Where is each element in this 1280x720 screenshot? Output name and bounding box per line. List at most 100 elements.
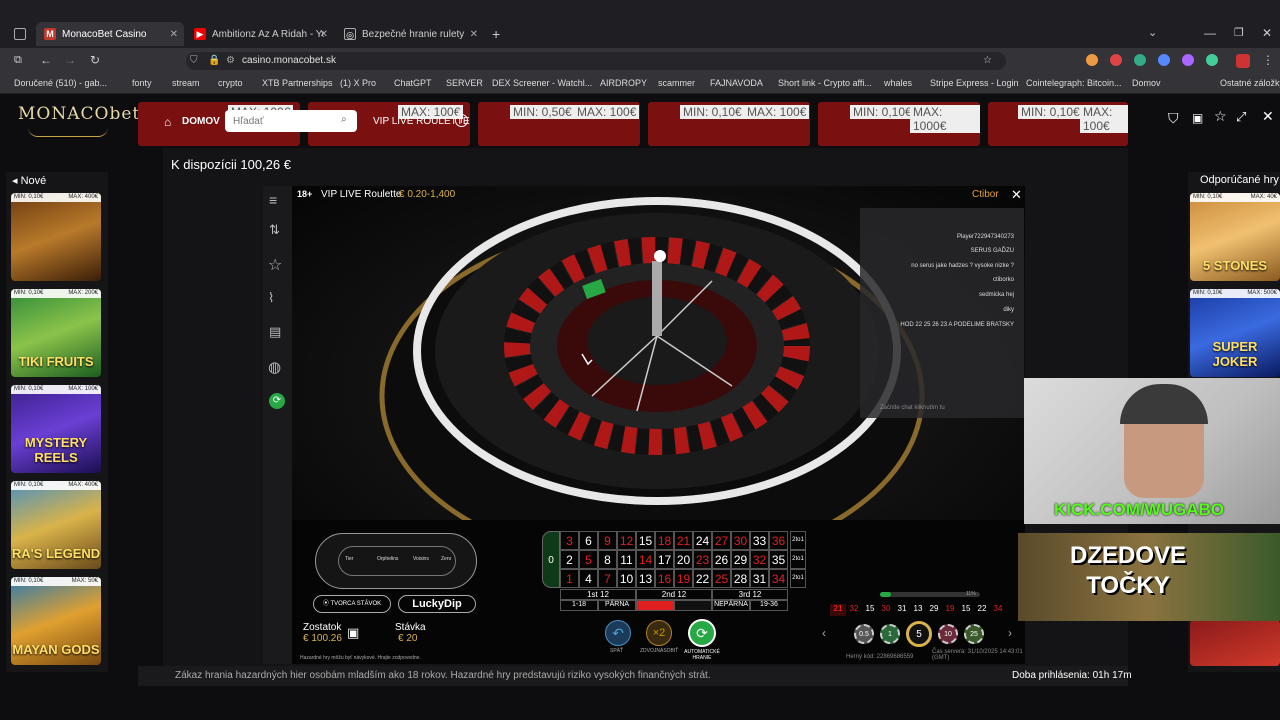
profile-icon[interactable] bbox=[1236, 54, 1250, 68]
low-bet[interactable]: 1-18 bbox=[560, 600, 598, 611]
chip[interactable]: 1 bbox=[880, 624, 900, 644]
close-icon[interactable]: ✕ bbox=[470, 29, 478, 40]
top-game-thumb[interactable]: MIN: 0,10€ MAX: 100€ bbox=[988, 102, 1128, 146]
favorite-bets-icon[interactable]: ☆ bbox=[268, 255, 282, 275]
left-section-title[interactable]: ◂ Nové bbox=[12, 174, 46, 187]
number-cell[interactable]: 25 bbox=[712, 569, 731, 588]
zero-cell[interactable]: 0 bbox=[542, 531, 560, 588]
number-cell[interactable]: 21 bbox=[674, 531, 693, 550]
number-cell[interactable]: 34 bbox=[769, 569, 788, 588]
even-bet[interactable]: PÁRNA bbox=[598, 600, 636, 611]
game-thumb[interactable]: MIN: 0,10€ MAX: 500€ SUPER JOKER bbox=[1190, 289, 1280, 377]
number-cell[interactable]: 31 bbox=[750, 569, 769, 588]
number-cell[interactable]: 36 bbox=[769, 531, 788, 550]
top-game-thumb[interactable]: MIN: 0,10€ MAX: 1000€ bbox=[818, 102, 980, 146]
red-bet[interactable] bbox=[636, 600, 674, 611]
column-bet[interactable]: 2to1 bbox=[790, 550, 806, 569]
chevron-down-icon[interactable]: ⌄ bbox=[1148, 26, 1157, 39]
window-close-icon[interactable]: ✕ bbox=[1262, 26, 1272, 40]
number-cell[interactable]: 32 bbox=[750, 550, 769, 569]
race-orphelins[interactable]: Orphelins bbox=[377, 556, 398, 562]
top-game-thumb[interactable]: MIN: 0,10€ MAX: 100€ bbox=[648, 102, 810, 146]
search-input[interactable] bbox=[225, 110, 357, 132]
race-voisins[interactable]: Voisins bbox=[413, 556, 429, 562]
autoplay-icon[interactable]: ⟳ bbox=[269, 393, 285, 409]
tab-actions-icon[interactable] bbox=[14, 28, 26, 40]
game-thumb[interactable]: MIN: 0,10€ MAX: 200€ TIKI FRUITS bbox=[11, 289, 101, 377]
tab-ruleta[interactable]: ◎ Bezpečné hranie rulety ✕ bbox=[336, 22, 484, 46]
racetrack-icon[interactable]: ◍ bbox=[268, 358, 281, 376]
chip-selected[interactable]: 5 bbox=[906, 621, 932, 647]
star-icon[interactable]: ☆ bbox=[983, 52, 992, 70]
wallet-icon[interactable]: ▣ bbox=[1192, 111, 1203, 125]
tab-youtube[interactable]: ▶ Ambitionz Az A Ridah - YouTube ✕ bbox=[186, 22, 334, 46]
dozen-bet[interactable]: 3rd 12 bbox=[712, 589, 788, 600]
number-cell[interactable]: 22 bbox=[693, 569, 712, 588]
number-cell[interactable]: 7 bbox=[598, 569, 617, 588]
number-cell[interactable]: 33 bbox=[750, 531, 769, 550]
number-cell[interactable]: 17 bbox=[655, 550, 674, 569]
number-cell[interactable]: 23 bbox=[693, 550, 712, 569]
cashier-icon[interactable]: ▣ bbox=[347, 625, 359, 641]
close-icon[interactable]: ✕ bbox=[170, 29, 178, 40]
game-thumb[interactable] bbox=[1190, 620, 1280, 666]
number-cell[interactable]: 26 bbox=[712, 550, 731, 569]
site-logo[interactable]: MONACObet bbox=[18, 104, 140, 124]
dozen-bet[interactable]: 2nd 12 bbox=[636, 589, 712, 600]
game-thumb[interactable]: MIN: 0,10€ MAX: 400€ RA'S LEGEND bbox=[11, 481, 101, 569]
right-section-title[interactable]: Odporúčané hry bbox=[1200, 174, 1279, 186]
racetrack[interactable]: Tier Orphelins Voisins Zero bbox=[315, 533, 477, 589]
lock-icon[interactable]: 🔒 bbox=[208, 52, 220, 70]
column-bet[interactable]: 2to1 bbox=[790, 569, 806, 588]
chevron-right-icon[interactable]: › bbox=[1008, 626, 1012, 640]
reload-icon[interactable]: ↻ bbox=[90, 53, 100, 67]
bookmark-item[interactable]: fonty bbox=[132, 78, 152, 88]
number-cell[interactable]: 10 bbox=[617, 569, 636, 588]
favorite-star-icon[interactable]: ☆ bbox=[1214, 108, 1227, 125]
game-thumb[interactable]: MIN: 0,10€ MAX: 100€ MYSTERY REELS bbox=[11, 385, 101, 473]
number-cell[interactable]: 5 bbox=[579, 550, 598, 569]
site-settings-icon[interactable]: ⚙ bbox=[226, 52, 235, 70]
column-bet[interactable]: 2to1 bbox=[790, 531, 806, 550]
odd-bet[interactable]: NEPÁRNA bbox=[712, 600, 750, 611]
bet-creator-button[interactable]: ⦿ TVORCA STÁVOK bbox=[313, 595, 391, 613]
number-cell[interactable]: 12 bbox=[617, 531, 636, 550]
bookmark-item[interactable]: (1) X Pro bbox=[340, 78, 376, 88]
number-cell[interactable]: 24 bbox=[693, 531, 712, 550]
maximize-icon[interactable]: ❐ bbox=[1234, 26, 1244, 39]
tab-monacobet[interactable]: M MonacoBet Casino ✕ bbox=[36, 22, 184, 46]
bookmark-item[interactable]: AIRDROPY bbox=[600, 78, 647, 88]
number-cell[interactable]: 29 bbox=[731, 550, 750, 569]
new-tab-icon[interactable]: + bbox=[492, 26, 500, 42]
bookmark-item[interactable]: Cointelegraph: Bitcoin... bbox=[1026, 78, 1122, 88]
sort-icon[interactable]: ⇅ bbox=[269, 222, 280, 238]
double-button[interactable]: ×2 bbox=[646, 620, 672, 646]
bookmark-item[interactable]: Domov bbox=[1132, 78, 1161, 88]
bookmark-item[interactable]: DEX Screener - Watchl... bbox=[492, 78, 592, 88]
chevron-left-icon[interactable]: ‹ bbox=[822, 626, 826, 640]
back-icon[interactable]: ← bbox=[40, 53, 52, 67]
extension-icon[interactable] bbox=[1110, 54, 1122, 66]
extension-icon[interactable] bbox=[1086, 54, 1098, 66]
search-icon[interactable]: ⌕ bbox=[341, 114, 347, 125]
black-bet[interactable] bbox=[674, 600, 712, 611]
chip[interactable]: 10 bbox=[938, 624, 958, 644]
shield-icon[interactable]: ⛉ bbox=[1168, 110, 1179, 127]
number-cell[interactable]: 1 bbox=[560, 569, 579, 588]
game-thumb[interactable]: MIN: 0,10€ MAX: 40€ 5 STONES bbox=[1190, 193, 1280, 281]
top-game-thumb[interactable]: MIN: 0,50€ MAX: 100€ bbox=[478, 102, 640, 146]
autoplay-button[interactable]: ⟳ bbox=[688, 619, 716, 647]
high-bet[interactable]: 19-36 bbox=[750, 600, 788, 611]
dozen-bet[interactable]: 1st 12 bbox=[560, 589, 636, 600]
bookmark-item[interactable]: Stripe Express - Login bbox=[930, 78, 1019, 88]
game-thumb[interactable]: MIN: 0,10€ MAX: 50€ MAYAN GODS bbox=[11, 577, 101, 665]
bookmark-item[interactable]: whales bbox=[884, 78, 912, 88]
chip[interactable]: 25 bbox=[964, 624, 984, 644]
number-cell[interactable]: 6 bbox=[579, 531, 598, 550]
fullscreen-icon[interactable]: ⤢ bbox=[1236, 109, 1246, 125]
minimize-icon[interactable]: — bbox=[1204, 26, 1216, 40]
bookmark-item[interactable]: Short link - Crypto affi... bbox=[778, 78, 872, 88]
number-cell[interactable]: 18 bbox=[655, 531, 674, 550]
bookmark-item[interactable]: stream bbox=[172, 78, 200, 88]
history-icon[interactable]: ▤ bbox=[269, 324, 281, 340]
